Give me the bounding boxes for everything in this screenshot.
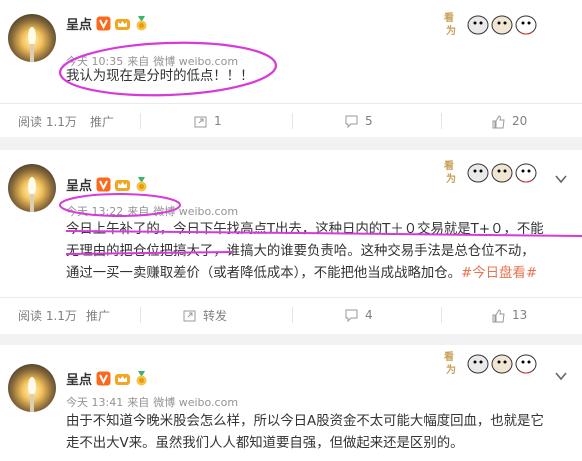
like-icon	[491, 114, 506, 129]
promote-label: 推广	[90, 114, 115, 129]
post-meta: 今天 13:22 来自 微博 weibo.com	[66, 203, 242, 219]
reads-count: 阅读 1.1万	[18, 298, 77, 332]
promote-button[interactable]: 推广	[86, 298, 110, 332]
comment-icon	[344, 308, 359, 323]
post-time[interactable]: 今天 13:41	[66, 396, 123, 409]
comment-count: 4	[365, 308, 373, 322]
repost-button[interactable]: 1	[193, 104, 222, 138]
post-source[interactable]: 微博 weibo.com	[153, 396, 238, 409]
promote-button[interactable]: 推广	[90, 104, 114, 138]
like-button[interactable]: 20	[491, 104, 527, 138]
weibo-post-3: 呈点 今天 13:41 来自 微博 weibo.com 由于不知道今晚米股会怎么样，…	[0, 345, 582, 461]
post-text: 由于不知道今晚米股会怎么样，所以今日A股资金不太可能大幅度回血，也就是它 走不出…	[66, 411, 571, 455]
post-time[interactable]: 今天 13:22	[66, 205, 123, 218]
comment-button[interactable]: 5	[344, 104, 373, 138]
hashtag-link[interactable]: #今日盘看#	[461, 266, 537, 281]
crown-icon	[115, 371, 131, 386]
source-prefix: 来自	[127, 396, 150, 409]
post-text-line-1: 今日上午补了的，今日下午找高点T出去，这种日内的T＋０交易就是T+０，不能	[66, 222, 544, 237]
divider	[441, 113, 442, 129]
post-text-line-1: 由于不知道今晚米股会怎么样，所以今日A股资金不太可能大幅度回血，也就是它	[66, 414, 544, 429]
svg-text:为: 为	[446, 172, 456, 185]
avatar[interactable]	[8, 364, 56, 412]
repost-icon	[193, 114, 208, 129]
repost-label: 转发	[203, 308, 228, 323]
svg-text:看: 看	[444, 350, 454, 363]
post-source[interactable]: 微博 weibo.com	[153, 205, 238, 218]
verified-v-icon	[96, 177, 111, 192]
svg-text:看: 看	[444, 159, 454, 172]
divider	[140, 307, 141, 323]
reads-count: 阅读 1.1万	[18, 104, 77, 138]
verified-v-icon	[96, 16, 111, 31]
post-text-line-3: 通过一买一卖赚取差价（或者降低成本），不能把他当成战略加仓。	[66, 266, 462, 281]
post-text-line-2: 走不出大V来。虽然我们人人都知道要自强，但做起来还是区别的。	[66, 436, 464, 451]
verified-v-icon	[96, 371, 111, 386]
divider	[140, 113, 141, 129]
like-count: 13	[512, 308, 528, 322]
username[interactable]: 呈点	[66, 14, 92, 33]
post-text: 今日上午补了的，今日下午找高点T出去，这种日内的T＋０交易就是T+０，不能 无理…	[66, 219, 571, 285]
weibo-post-1: 呈点 今天 10:35 来自 微博 weibo.com 我认为现在是分时的低点！！！…	[0, 0, 582, 137]
divider	[441, 307, 442, 323]
weibo-post-2: 呈点 今天 13:22 来自 微博 weibo.com 今日上午补了的，今日下午找高…	[0, 150, 582, 334]
post-text-line-2: 无理由的把仓位把搞大了，谁搞大的谁要负责哈。这种交易手法是总仓位不动，	[66, 244, 535, 259]
like-count: 20	[512, 114, 528, 128]
username[interactable]: 呈点	[66, 369, 92, 388]
cat-sticker: 看 为	[444, 347, 542, 377]
divider	[292, 113, 293, 129]
medal-icon	[134, 370, 149, 386]
divider	[292, 307, 293, 323]
source-prefix: 来自	[127, 205, 150, 218]
cat-sticker: 看 为	[444, 156, 542, 186]
repost-button[interactable]: 转发	[182, 298, 227, 332]
like-icon	[491, 308, 506, 323]
action-bar: 阅读 1.1万 推广 转发 4 13	[0, 297, 582, 331]
svg-text:为: 为	[446, 24, 456, 37]
cat-sticker: 看 为	[444, 8, 542, 38]
like-button[interactable]: 13	[491, 298, 527, 332]
post-meta: 今天 13:41 来自 微博 weibo.com	[66, 394, 242, 410]
post-text: 我认为现在是分时的低点！！！	[66, 69, 254, 84]
avatar[interactable]	[8, 164, 56, 212]
repost-icon	[182, 308, 197, 323]
svg-text:看: 看	[444, 11, 454, 24]
user-row: 呈点	[66, 369, 149, 388]
comment-button[interactable]: 4	[344, 298, 373, 332]
reads-label: 阅读 1.1万	[18, 308, 77, 323]
username[interactable]: 呈点	[66, 175, 92, 194]
medal-icon	[134, 176, 149, 192]
reads-label: 阅读 1.1万	[18, 114, 77, 129]
user-row: 呈点	[66, 14, 149, 33]
medal-icon	[134, 15, 149, 31]
chevron-down-icon[interactable]	[554, 369, 568, 383]
action-bar: 阅读 1.1万 推广 1 5 20	[0, 103, 582, 137]
avatar[interactable]	[8, 14, 56, 62]
comment-icon	[344, 114, 359, 129]
svg-text:为: 为	[446, 363, 456, 376]
repost-count: 1	[214, 114, 222, 128]
user-row: 呈点	[66, 175, 149, 194]
post-text-line-3-wrap: 通过一买一卖赚取差价（或者降低成本），不能把他当成战略加仓。#今日盘看#	[66, 263, 571, 285]
crown-icon	[115, 177, 131, 192]
crown-icon	[115, 16, 131, 31]
chevron-down-icon[interactable]	[554, 172, 568, 186]
comment-count: 5	[365, 114, 373, 128]
promote-label: 推广	[86, 308, 111, 323]
